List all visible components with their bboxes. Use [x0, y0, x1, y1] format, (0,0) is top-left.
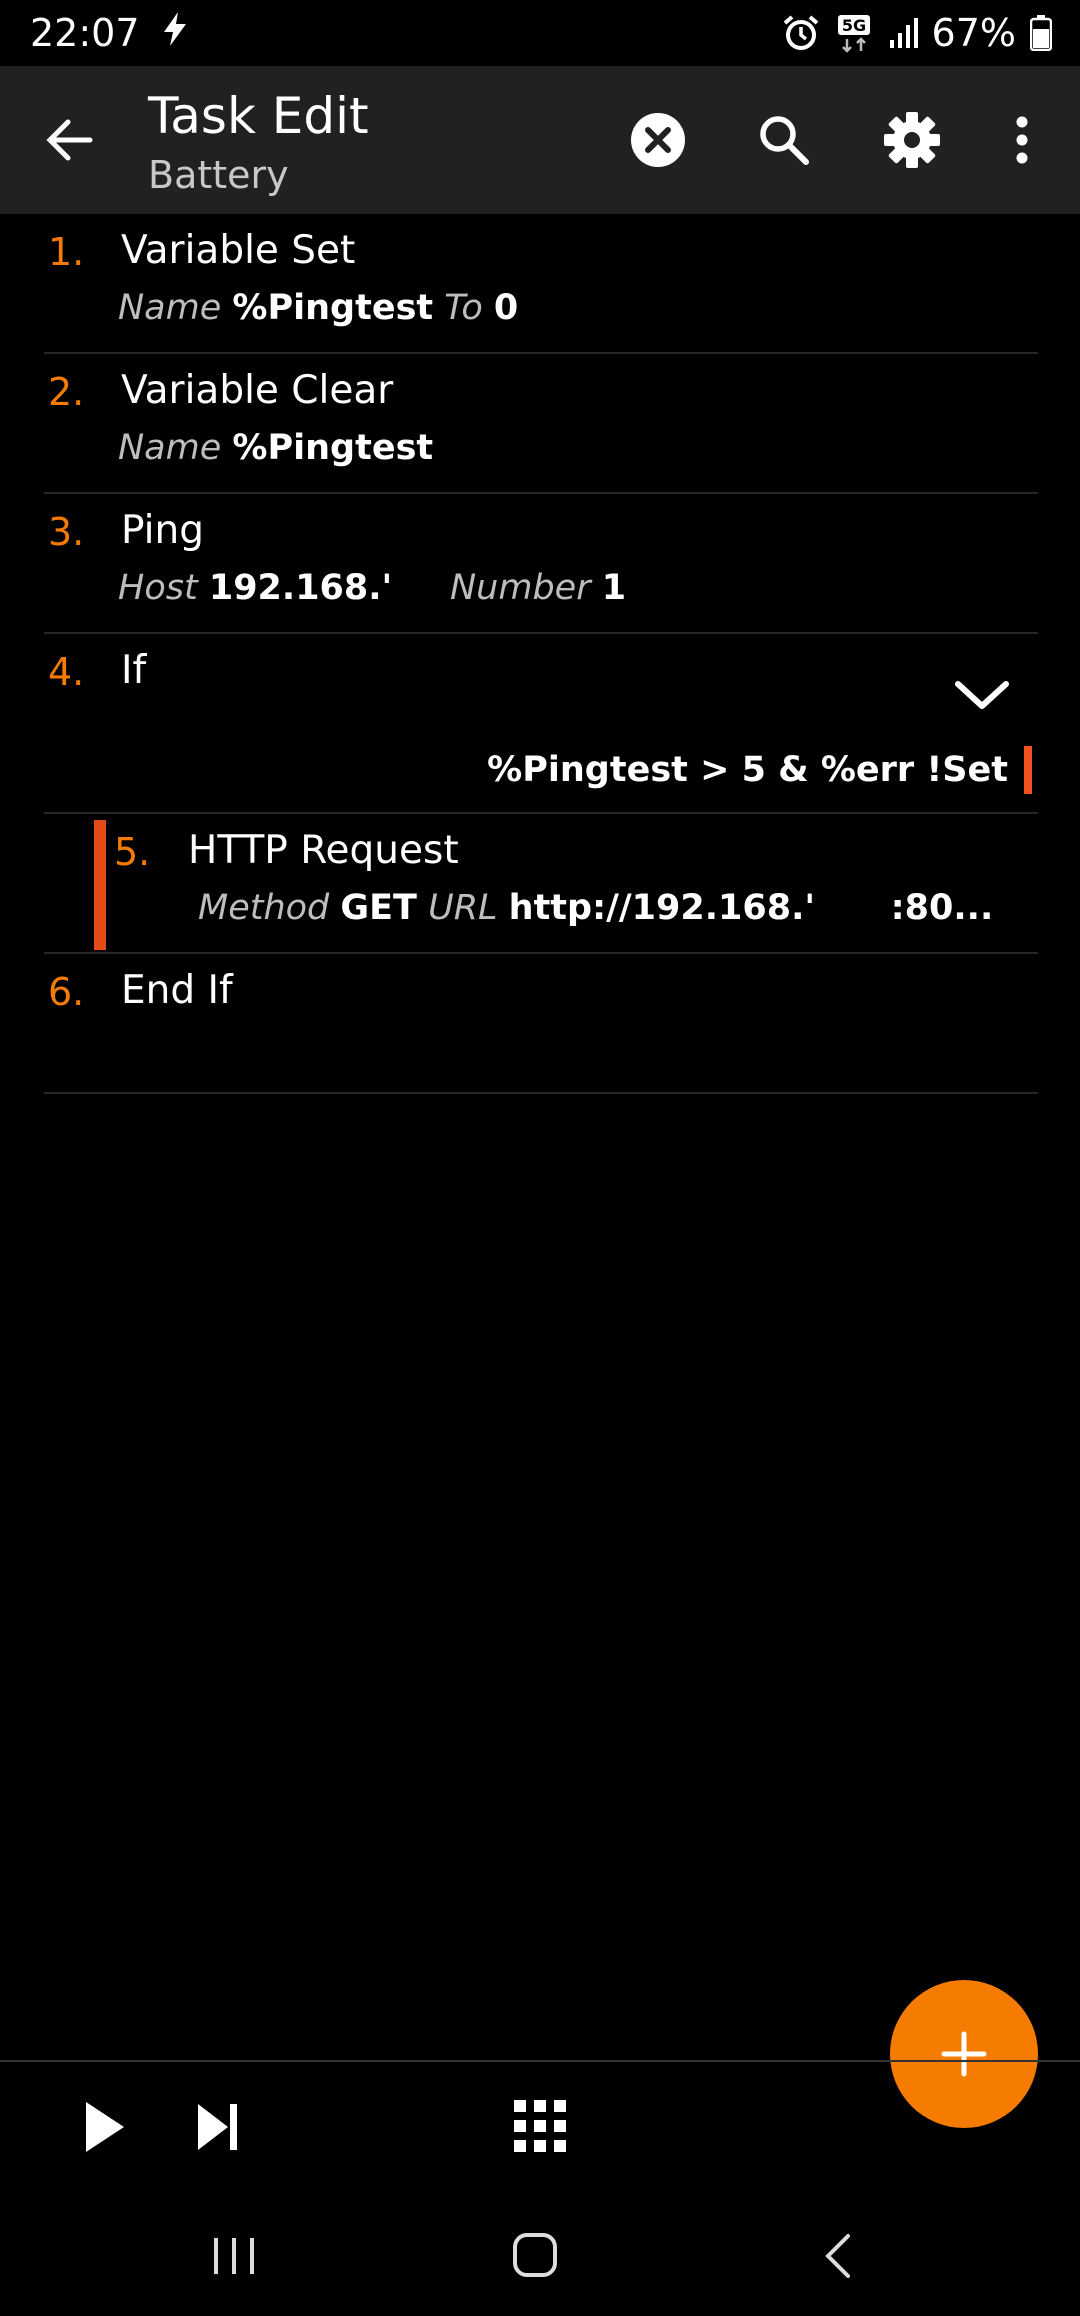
home-icon[interactable] [510, 2230, 560, 2280]
grid-icon[interactable] [512, 2098, 568, 2154]
action-item[interactable]: 5. HTTP Request Method GET URL http://19… [0, 814, 1080, 954]
action-number: 5. [114, 830, 151, 874]
action-name: Variable Clear [121, 368, 394, 413]
arg-label: URL [428, 888, 498, 928]
arg-value: :80... [890, 888, 994, 928]
arg-value: 0 [493, 288, 519, 328]
action-name: If [121, 648, 147, 693]
task-edit-screen: 22:07 5G 67% Task Edit Battery 1. Variab… [0, 0, 1080, 2316]
search-icon[interactable] [750, 106, 818, 174]
action-name: Variable Set [121, 228, 356, 273]
app-bar: Task Edit Battery [0, 66, 1080, 214]
action-item[interactable]: 4. If %Pingtest > 5 & %err !Set [0, 634, 1080, 814]
action-number: 1. [48, 230, 85, 274]
action-name: HTTP Request [188, 828, 459, 873]
5g-icon: 5G [834, 13, 874, 53]
action-name: End If [121, 968, 233, 1013]
arg-value: 1 [601, 568, 627, 608]
arg-value: %Pingtest [232, 428, 434, 468]
action-args: Name %Pingtest [118, 428, 433, 468]
bolt-icon [162, 11, 188, 55]
action-number: 4. [48, 650, 85, 694]
arg-label: To [444, 288, 483, 328]
page-title: Task Edit [148, 87, 369, 145]
system-nav-bar [0, 2196, 1080, 2316]
toolbar-divider [0, 2060, 1080, 2062]
action-item[interactable]: 3. Ping Host 192.168.' Number 1 [0, 494, 1080, 634]
action-item[interactable]: 2. Variable Clear Name %Pingtest [0, 354, 1080, 494]
alarm-icon [782, 14, 820, 52]
action-name: Ping [121, 508, 204, 553]
action-item[interactable]: 6. End If [0, 954, 1080, 1094]
arg-value: GET [340, 888, 417, 928]
action-args: Host 192.168.' Number 1 [118, 568, 626, 608]
action-number: 6. [48, 970, 85, 1014]
action-item[interactable]: 1. Variable Set Name %Pingtest To 0 [0, 214, 1080, 354]
arg-label: Name [118, 428, 222, 468]
network-type: 5G [841, 16, 865, 35]
arg-value: %Pingtest [232, 288, 434, 328]
chevron-down-icon[interactable] [950, 664, 1014, 728]
nav-back-icon[interactable] [818, 2230, 858, 2282]
arg-label: Host [118, 568, 198, 608]
clear-circle-icon[interactable] [624, 106, 692, 174]
arg-value: http://192.168.' [508, 888, 816, 928]
arg-value: 192.168.' [208, 568, 393, 608]
skip-next-icon[interactable] [192, 2096, 248, 2158]
arg-label: Method [198, 888, 330, 928]
arg-label: Name [118, 288, 222, 328]
battery-icon [1030, 15, 1052, 51]
if-condition: %Pingtest > 5 & %err !Set [487, 750, 1008, 790]
status-time: 22:07 [30, 11, 140, 55]
status-bar: 22:07 5G 67% [0, 0, 1080, 66]
play-icon[interactable] [78, 2096, 134, 2158]
signal-icon [888, 16, 918, 50]
divider [44, 1092, 1038, 1094]
page-subtitle: Battery [148, 153, 289, 197]
arg-label: Number [449, 568, 591, 608]
indent-bar [94, 820, 106, 950]
condition-marker [1024, 746, 1032, 794]
more-vert-icon[interactable] [988, 106, 1056, 174]
add-action-button[interactable] [890, 1980, 1038, 2128]
add-icon [941, 2031, 987, 2077]
action-list: 1. Variable Set Name %Pingtest To 0 2. V… [0, 214, 1080, 1094]
action-number: 3. [48, 510, 85, 554]
action-args: Method GET URL http://192.168.' :80... [198, 888, 993, 928]
action-args: Name %Pingtest To 0 [118, 288, 518, 328]
gear-icon[interactable] [878, 106, 946, 174]
back-arrow-icon[interactable] [40, 110, 100, 170]
recents-icon[interactable] [210, 2234, 260, 2278]
action-number: 2. [48, 370, 85, 414]
battery-percent: 67% [931, 11, 1016, 55]
